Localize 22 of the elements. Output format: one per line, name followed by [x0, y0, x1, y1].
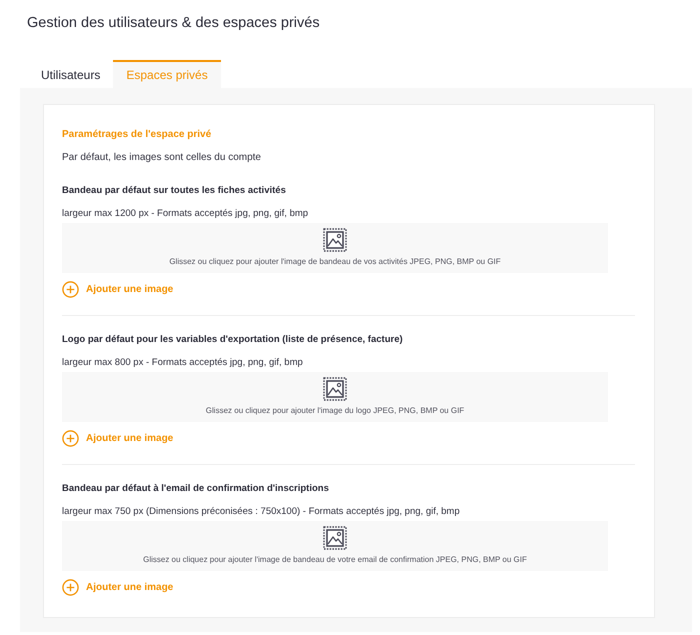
dropzone-hint: Glissez ou cliquez pour ajouter l'image de bandeau de vos activités JPEG, PNG, BMP ou GIF — [169, 257, 501, 267]
format-spec: largeur max 800 px - Formats acceptés jpg, png, gif, bmp — [62, 356, 304, 370]
dropzone-hint: Glissez ou cliquez pour ajouter l'image de bandeau de votre email de confirmation JPEG, PNG, BMP ou GIF — [143, 555, 527, 565]
section-title: Logo par défaut pour les variables d'exportation (liste de présence, facture) — [62, 333, 404, 347]
image-dropzone[interactable]: Glissez ou cliquez pour ajouter l'image de bandeau de vos activités JPEG, PNG, BMP ou GIF — [62, 223, 608, 273]
image-icon — [323, 526, 347, 550]
section-title: Bandeau par défaut à l'email de confirmation d'inscriptions — [62, 482, 330, 496]
format-spec: largeur max 750 px (Dimensions préconisées : 750x100) - Formats acceptés jpg, png, gif, bmp — [62, 505, 461, 519]
image-icon — [323, 228, 347, 252]
plus-circle-icon — [62, 281, 79, 298]
image-icon — [323, 377, 347, 401]
settings-heading: Paramétrages de l'espace privé — [62, 128, 212, 142]
plus-circle-icon — [62, 430, 79, 447]
dropzone-hint: Glissez ou cliquez pour ajouter l'image du logo JPEG, PNG, BMP ou GIF — [206, 406, 464, 416]
image-dropzone[interactable]: Glissez ou cliquez pour ajouter l'image de bandeau de votre email de confirmation JPEG, PNG, BMP ou GIF — [62, 521, 608, 571]
settings-note: Par défaut, les images sont celles du compte — [62, 151, 262, 165]
plus-circle-icon — [62, 579, 79, 596]
page-title: Gestion des utilisateurs & des espaces privés — [26, 14, 321, 33]
format-spec: largeur max 1200 px - Formats acceptés jpg, png, gif, bmp — [62, 207, 310, 221]
tab[interactable]: Utilisateurs — [28, 60, 114, 88]
image-dropzone[interactable]: Glissez ou cliquez pour ajouter l'image du logo JPEG, PNG, BMP ou GIF — [62, 372, 608, 422]
section-title: Bandeau par défaut sur toutes les fiches activités — [62, 184, 287, 198]
